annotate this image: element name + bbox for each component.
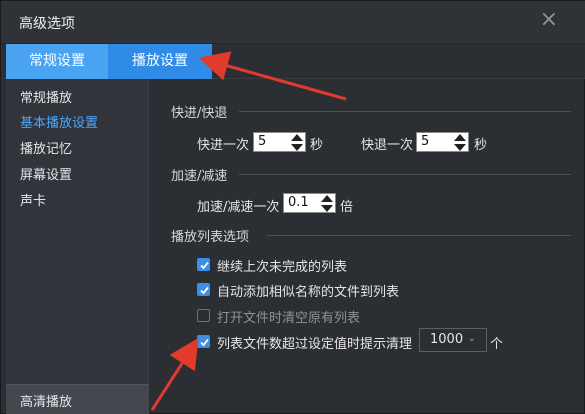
forward-label: 快进一次 <box>197 138 250 153</box>
section-divider <box>239 174 571 175</box>
list-limit-unit: 个 <box>490 337 504 352</box>
stepper-arrows-icon[interactable] <box>291 134 303 151</box>
window-title: 高级选项 <box>19 16 75 32</box>
sidebar-item-hd-playback[interactable]: 高清播放 <box>6 384 149 414</box>
option-auto-add-similar-checkbox[interactable] <box>197 283 210 296</box>
sidebar-item-playback-memory[interactable]: 播放记忆 <box>20 138 72 157</box>
sidebar-item-screen-settings[interactable]: 屏幕设置 <box>20 164 72 183</box>
sidebar-item-general-playback[interactable]: 常规播放 <box>20 87 72 106</box>
seek-section-title: 快进/快退 <box>171 106 228 121</box>
tab-bar: 常规设置 播放设置 <box>1 44 585 79</box>
tab-playback-settings[interactable]: 播放设置 <box>108 44 212 79</box>
backward-step-stepper[interactable]: 5 <box>416 132 469 152</box>
section-divider <box>267 235 571 236</box>
option-resume-list-label[interactable]: 继续上次未完成的列表 <box>217 256 347 275</box>
chevron-down-icon: ⌄ <box>467 333 476 344</box>
backward-unit: 秒 <box>474 138 488 153</box>
checkmark-icon <box>200 286 209 295</box>
section-divider <box>239 111 571 112</box>
option-prompt-cleanup-label[interactable]: 列表文件数超过设定值时提示清理 <box>217 333 412 352</box>
playlist-section-title: 播放列表选项 <box>171 230 250 245</box>
title-bar: 高级选项 × <box>1 1 585 44</box>
stepper-arrows-icon[interactable] <box>454 134 466 151</box>
sidebar-item-basic-playback[interactable]: 基本播放设置 <box>20 112 98 131</box>
tab-general-settings[interactable]: 常规设置 <box>6 44 108 79</box>
forward-step-stepper[interactable]: 5 <box>253 132 306 152</box>
speed-step-label: 加速/减速一次 <box>197 200 280 215</box>
speed-step-stepper[interactable]: 0.1 <box>283 193 336 213</box>
option-auto-add-similar-label[interactable]: 自动添加相似名称的文件到列表 <box>217 281 399 300</box>
stepper-arrows-icon[interactable] <box>321 195 333 212</box>
option-clear-on-open-label[interactable]: 打开文件时清空原有列表 <box>217 307 360 326</box>
option-prompt-cleanup-checkbox[interactable] <box>197 335 210 348</box>
backward-label: 快退一次 <box>361 138 414 153</box>
sidebar-item-label: 高清播放 <box>20 395 73 410</box>
sidebar-item-sound-card[interactable]: 声卡 <box>20 190 46 209</box>
checkmark-icon <box>200 261 209 270</box>
close-icon[interactable]: × <box>540 9 558 31</box>
checkmark-icon <box>200 338 209 347</box>
advanced-options-dialog: 高级选项 × 常规设置 播放设置 常规播放 基本播放设置 播放记忆 屏幕设置 声… <box>0 0 585 414</box>
option-resume-list-checkbox[interactable] <box>197 258 210 271</box>
settings-sidebar: 常规播放 基本播放设置 播放记忆 屏幕设置 声卡 高清播放 <box>6 79 149 414</box>
option-clear-on-open-checkbox[interactable] <box>197 309 210 322</box>
speed-step-unit: 倍 <box>340 200 354 215</box>
list-limit-select[interactable]: 1000 ⌄ <box>419 328 487 352</box>
forward-unit: 秒 <box>310 138 324 153</box>
speed-section-title: 加速/减速 <box>171 169 228 184</box>
